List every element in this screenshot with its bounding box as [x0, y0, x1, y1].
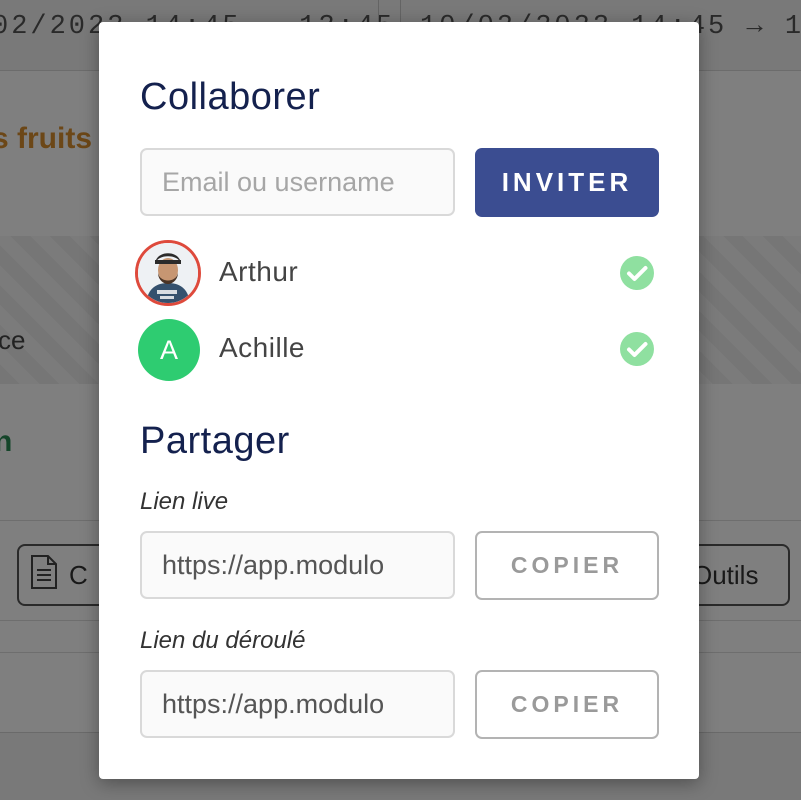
deroule-link-input[interactable] — [140, 670, 455, 738]
email-username-input[interactable] — [140, 148, 455, 216]
deroule-link-label: Lien du déroulé — [140, 627, 306, 654]
user-photo-icon — [138, 243, 198, 303]
copy-deroule-link-button[interactable]: COPIER — [475, 670, 659, 739]
invite-button[interactable]: INVITER — [475, 148, 659, 217]
live-link-label: Lien live — [140, 488, 229, 515]
live-link-input[interactable] — [140, 531, 455, 599]
avatar — [135, 240, 201, 306]
collaborator-name: Arthur — [219, 256, 299, 287]
collaborator-row: A Achille — [135, 316, 659, 382]
share-modal: Collaborer INVITER Arthur A Achille — [99, 22, 699, 779]
collaborate-title: Collaborer — [140, 76, 321, 118]
copy-live-link-button[interactable]: COPIER — [475, 531, 659, 600]
check-circle-icon — [620, 256, 654, 290]
share-title: Partager — [140, 420, 290, 462]
avatar: A — [138, 319, 200, 381]
collaborator-name: Achille — [219, 332, 305, 363]
collaborator-row: Arthur — [135, 240, 659, 306]
check-circle-icon — [620, 332, 654, 366]
